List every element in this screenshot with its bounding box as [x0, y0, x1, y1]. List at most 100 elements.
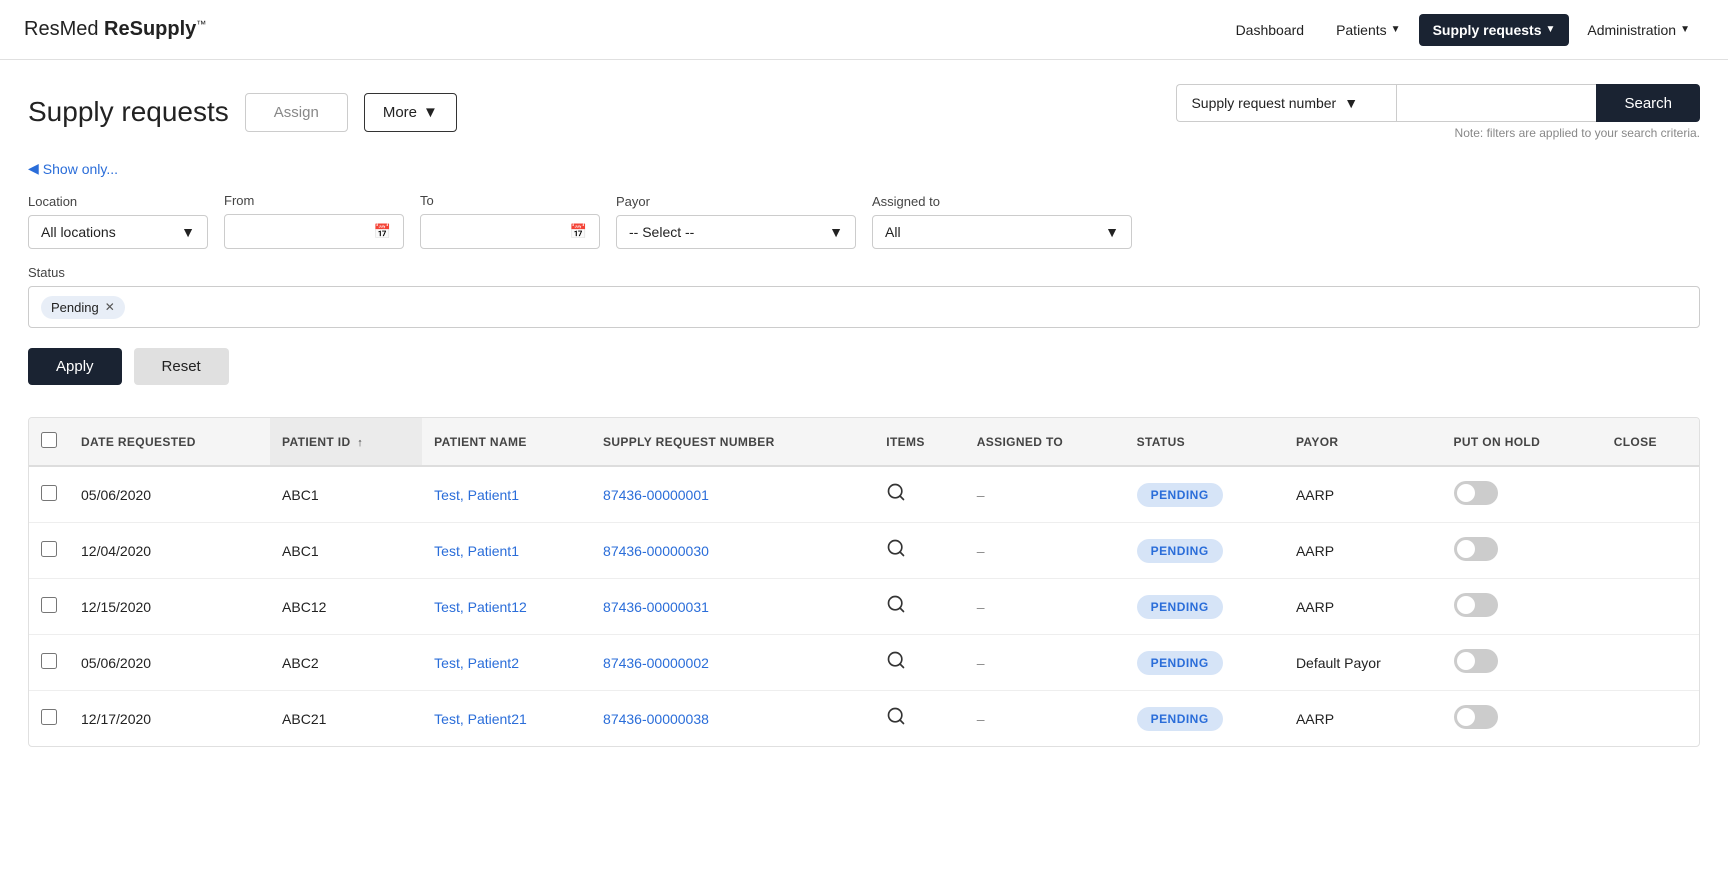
patient-name-link[interactable]: Test, Patient1 [434, 543, 519, 559]
row-checkbox-cell[interactable] [29, 579, 69, 635]
supply-request-link[interactable]: 87436-00000038 [603, 711, 709, 727]
cell-supply-request-number[interactable]: 87436-00000030 [591, 523, 874, 579]
payor-label: Payor [616, 194, 856, 209]
cell-items[interactable] [874, 523, 964, 579]
cell-close [1602, 579, 1699, 635]
supply-request-link[interactable]: 87436-00000031 [603, 599, 709, 615]
nav-item-patients[interactable]: Patients ▼ [1322, 14, 1415, 46]
put-on-hold-toggle[interactable] [1454, 649, 1498, 673]
cell-items[interactable] [874, 691, 964, 747]
nav-item-administration[interactable]: Administration ▼ [1573, 14, 1704, 46]
row-checkbox[interactable] [41, 485, 57, 501]
row-checkbox[interactable] [41, 597, 57, 613]
patient-name-link[interactable]: Test, Patient1 [434, 487, 519, 503]
status-tag-remove[interactable]: ✕ [105, 300, 115, 314]
chevron-down-icon: ▼ [1344, 95, 1358, 111]
show-only-label: Show only... [43, 161, 118, 177]
apply-button[interactable]: Apply [28, 348, 122, 385]
status-tag-label: Pending [51, 300, 99, 315]
items-search-icon[interactable] [886, 486, 906, 506]
row-checkbox[interactable] [41, 541, 57, 557]
row-checkbox-cell[interactable] [29, 691, 69, 747]
table-row: 12/17/2020 ABC21 Test, Patient21 87436-0… [29, 691, 1699, 747]
select-all-checkbox[interactable] [41, 432, 57, 448]
status-tag-pending: Pending ✕ [41, 296, 125, 319]
items-search-icon[interactable] [886, 654, 906, 674]
col-items: Items [874, 418, 964, 466]
chevron-left-icon: ◀ [28, 160, 39, 177]
payor-select[interactable]: -- Select -- ▼ [616, 215, 856, 249]
supply-request-link[interactable]: 87436-00000002 [603, 655, 709, 671]
row-checkbox[interactable] [41, 709, 57, 725]
patient-name-link[interactable]: Test, Patient2 [434, 655, 519, 671]
search-type-select[interactable]: Supply request number ▼ [1176, 84, 1396, 122]
cell-put-on-hold[interactable] [1442, 579, 1602, 635]
cell-patient-name[interactable]: Test, Patient21 [422, 691, 591, 747]
items-search-icon[interactable] [886, 598, 906, 618]
cell-items[interactable] [874, 466, 964, 523]
cell-put-on-hold[interactable] [1442, 691, 1602, 747]
show-only-toggle[interactable]: ◀ Show only... [28, 160, 1700, 177]
cell-supply-request-number[interactable]: 87436-00000002 [591, 635, 874, 691]
location-select[interactable]: All locations ▼ [28, 215, 208, 249]
cell-patient-name[interactable]: Test, Patient1 [422, 466, 591, 523]
patient-name-link[interactable]: Test, Patient12 [434, 599, 527, 615]
row-checkbox[interactable] [41, 653, 57, 669]
status-badge: PENDING [1137, 651, 1223, 675]
cell-items[interactable] [874, 635, 964, 691]
col-patient-id[interactable]: Patient ID ↑ [270, 418, 422, 466]
chevron-down-icon: ▼ [423, 104, 438, 121]
cell-status: PENDING [1125, 691, 1284, 747]
cell-supply-request-number[interactable]: 87436-00000001 [591, 466, 874, 523]
cell-date-requested: 05/06/2020 [69, 635, 270, 691]
reset-button[interactable]: Reset [134, 348, 229, 385]
cell-put-on-hold[interactable] [1442, 635, 1602, 691]
search-note: Note: filters are applied to your search… [1455, 126, 1700, 140]
supply-request-link[interactable]: 87436-00000030 [603, 543, 709, 559]
search-row: Supply request number ▼ Search [1176, 84, 1700, 122]
page-content: Supply requests Assign More ▼ Supply req… [0, 60, 1728, 771]
items-search-icon[interactable] [886, 542, 906, 562]
search-input[interactable] [1396, 84, 1596, 122]
patient-name-link[interactable]: Test, Patient21 [434, 711, 527, 727]
col-close: Close [1602, 418, 1699, 466]
cell-supply-request-number[interactable]: 87436-00000038 [591, 691, 874, 747]
more-button[interactable]: More ▼ [364, 93, 457, 132]
nav-label-administration: Administration [1587, 22, 1676, 38]
cell-supply-request-number[interactable]: 87436-00000031 [591, 579, 874, 635]
search-button[interactable]: Search [1596, 84, 1700, 122]
assign-button[interactable]: Assign [245, 93, 348, 132]
cell-patient-name[interactable]: Test, Patient2 [422, 635, 591, 691]
nav-item-dashboard[interactable]: Dashboard [1222, 14, 1319, 46]
from-date-input[interactable]: 📅 [224, 214, 404, 249]
results-table-wrap: Date Requested Patient ID ↑ Patient Name… [28, 417, 1700, 747]
put-on-hold-toggle[interactable] [1454, 537, 1498, 561]
brand-trademark: ™ [196, 19, 206, 30]
to-date-input[interactable]: 📅 [420, 214, 600, 249]
put-on-hold-toggle[interactable] [1454, 705, 1498, 729]
cell-patient-name[interactable]: Test, Patient12 [422, 579, 591, 635]
cell-put-on-hold[interactable] [1442, 466, 1602, 523]
cell-assigned-to: – [965, 691, 1125, 747]
row-checkbox-cell[interactable] [29, 523, 69, 579]
nav-menu: Dashboard Patients ▼ Supply requests ▼ A… [1222, 14, 1704, 46]
calendar-icon: 📅 [570, 223, 587, 240]
select-all-header[interactable] [29, 418, 69, 466]
table-row: 05/06/2020 ABC1 Test, Patient1 87436-000… [29, 466, 1699, 523]
row-checkbox-cell[interactable] [29, 635, 69, 691]
put-on-hold-toggle[interactable] [1454, 481, 1498, 505]
put-on-hold-toggle[interactable] [1454, 593, 1498, 617]
items-search-icon[interactable] [886, 710, 906, 730]
nav-item-supply-requests[interactable]: Supply requests ▼ [1419, 14, 1570, 46]
cell-items[interactable] [874, 579, 964, 635]
supply-request-link[interactable]: 87436-00000001 [603, 487, 709, 503]
brand-name-bold: ReSupply [104, 18, 196, 40]
cell-status: PENDING [1125, 635, 1284, 691]
payor-value: -- Select -- [629, 224, 694, 240]
cell-patient-name[interactable]: Test, Patient1 [422, 523, 591, 579]
assigned-select[interactable]: All ▼ [872, 215, 1132, 249]
row-checkbox-cell[interactable] [29, 466, 69, 523]
cell-put-on-hold[interactable] [1442, 523, 1602, 579]
table-row: 12/04/2020 ABC1 Test, Patient1 87436-000… [29, 523, 1699, 579]
cell-payor: AARP [1284, 691, 1442, 747]
